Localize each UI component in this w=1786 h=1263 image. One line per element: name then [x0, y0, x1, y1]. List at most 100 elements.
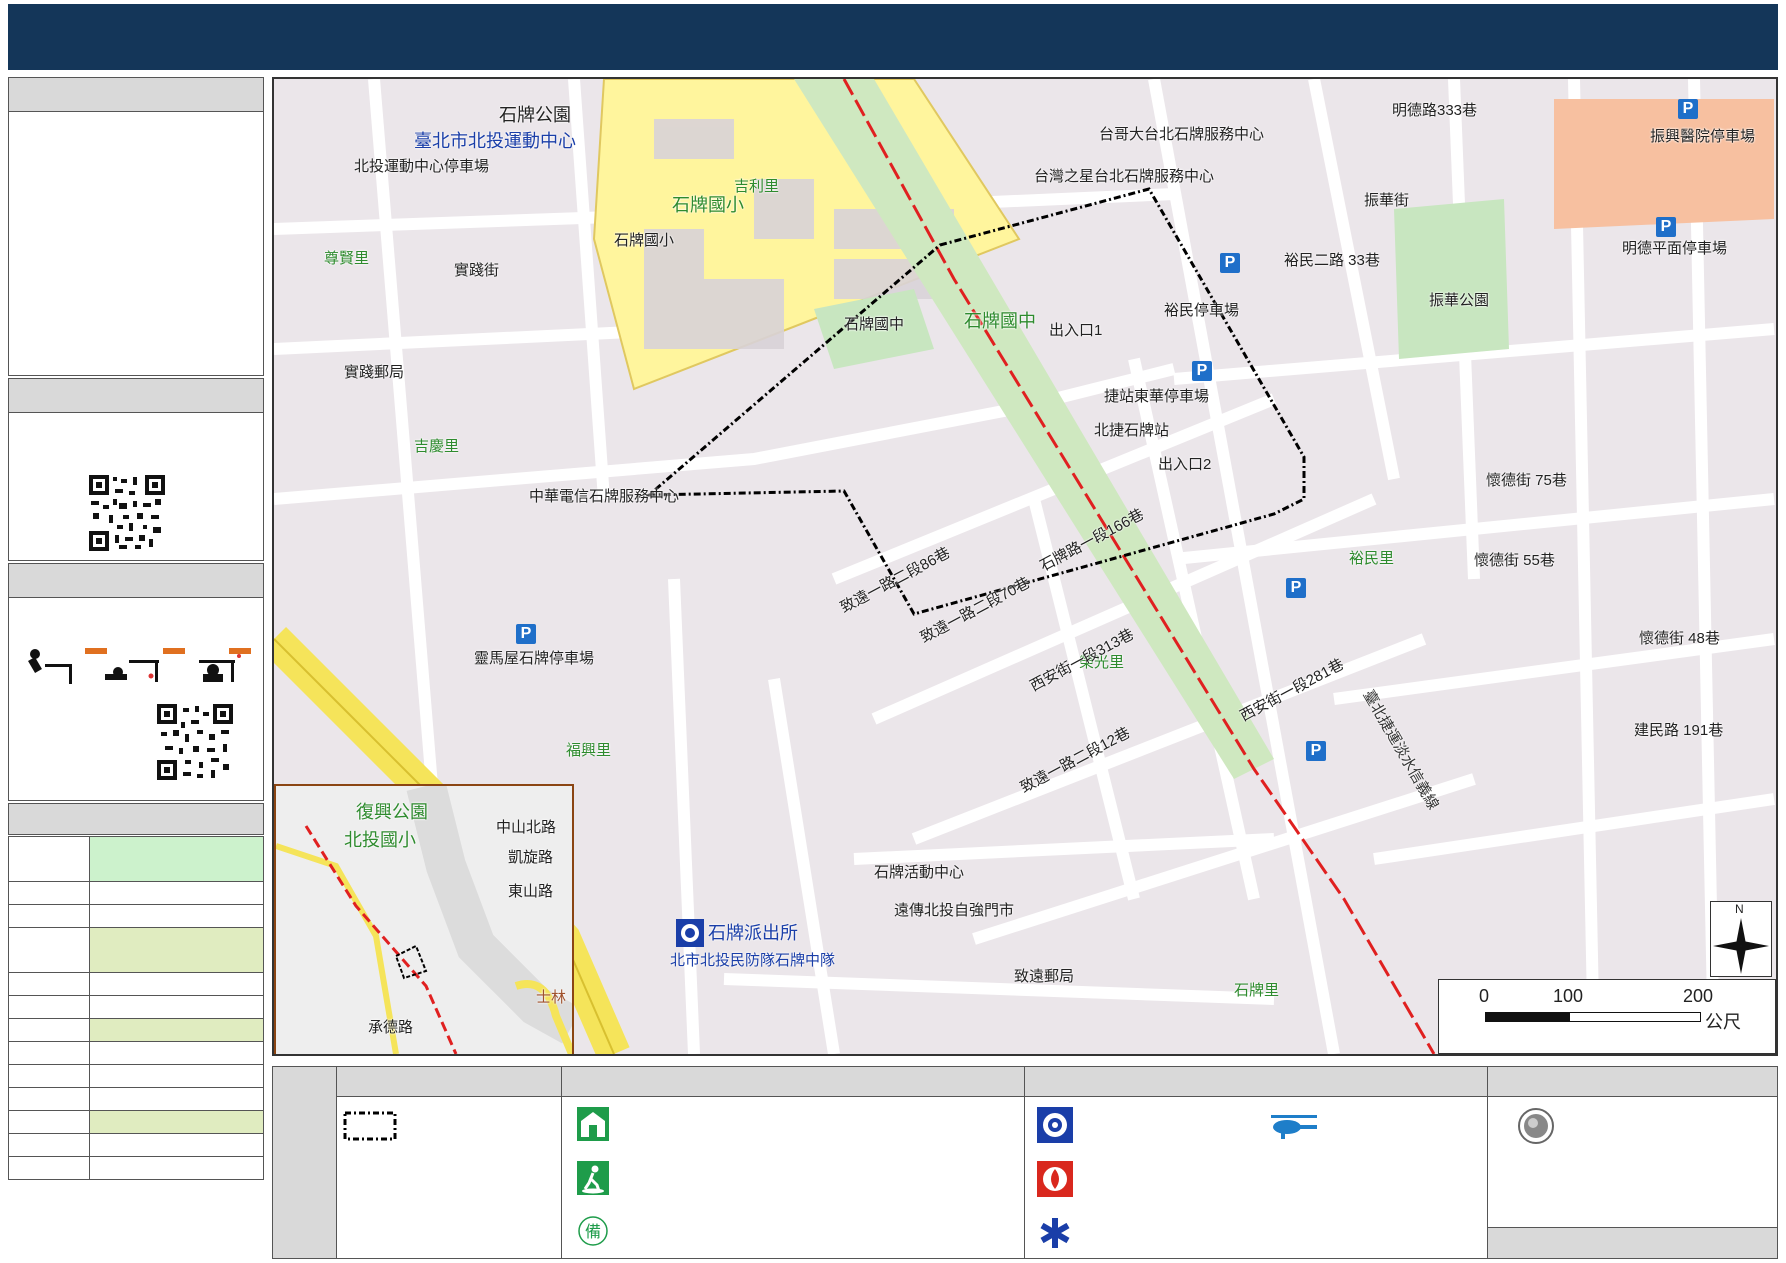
boundary-icon — [343, 1111, 397, 1141]
map-label: 靈馬屋石牌停車場 — [474, 650, 595, 667]
scale-bar-fill — [1485, 1012, 1569, 1022]
status-cell — [89, 836, 264, 882]
parking-icon: P — [1220, 253, 1240, 273]
shelter-icon — [577, 1107, 609, 1141]
inset-label: 北投國小 — [344, 830, 416, 850]
parking-icon: P — [1192, 361, 1212, 381]
map-label: 懷德街 75巷 — [1486, 472, 1567, 489]
map-label: 台哥大台北石牌服務中心 — [1099, 126, 1265, 143]
legend-col-shelter — [562, 1067, 1025, 1258]
qr-code-icon[interactable] — [89, 475, 165, 551]
map-label: 建民路 191巷 — [1634, 722, 1724, 739]
legend-head-other — [1488, 1067, 1777, 1097]
map-label: 捷站東華停車場 — [1104, 388, 1210, 405]
map-label: 懷德街 48巷 — [1639, 630, 1720, 647]
map-label: 石牌活動中心 — [874, 864, 965, 881]
status-cell — [89, 1110, 264, 1134]
map-label: 石牌公園 — [499, 105, 571, 125]
police-station-marker[interactable] — [676, 919, 704, 952]
earthquake-panel — [8, 563, 264, 801]
inset-label: 凱旋路 — [508, 849, 554, 866]
inset-label: 中山北路 — [496, 819, 557, 836]
scale-tick: 200 — [1683, 986, 1714, 1006]
map-label: 實踐郵局 — [344, 364, 405, 381]
evacuation-icon — [577, 1161, 609, 1195]
status-cell — [89, 1018, 264, 1042]
legend-col-agency — [1025, 1067, 1488, 1258]
police-icon — [676, 919, 704, 947]
compass-icon — [1713, 918, 1769, 974]
map-label: 石牌國中 — [844, 316, 905, 333]
map-label: 中華電信石牌服務中心 — [529, 488, 680, 505]
inset-label: 復興公園 — [356, 802, 428, 822]
map-label: 實踐街 — [454, 262, 500, 279]
qr-code-icon[interactable] — [157, 704, 233, 780]
svg-text:備: 備 — [585, 1222, 601, 1241]
info-panel-header — [9, 78, 263, 112]
status-cell — [89, 927, 264, 973]
qr-panel — [8, 378, 264, 561]
legend-col-title — [273, 1067, 337, 1258]
map-label: 北捷石牌站 — [1094, 422, 1170, 439]
map-label: 吉利里 — [734, 178, 780, 195]
map-label: 振華公園 — [1429, 292, 1490, 309]
inset-label: 士林 — [536, 989, 567, 1006]
inset-label: 東山路 — [508, 883, 554, 900]
medical-icon — [1040, 1218, 1070, 1248]
map-label: 裕民停車場 — [1164, 302, 1240, 319]
map-label: 明德路333巷 — [1392, 102, 1478, 119]
map-label: 北投運動中心停車場 — [354, 158, 490, 175]
map-label: 吉慶里 — [414, 438, 460, 455]
map-label: 北市北投民防隊石牌中隊 — [670, 952, 836, 969]
fire-icon — [1037, 1161, 1073, 1197]
earthquake-panel-header — [9, 564, 263, 598]
map-label: 尊賢里 — [324, 250, 370, 267]
map-label: 台灣之星台北石牌服務中心 — [1034, 168, 1215, 185]
status-panel — [8, 803, 264, 835]
scale-unit: 公尺 — [1705, 1012, 1741, 1032]
map-label: 振華街 — [1364, 192, 1410, 209]
scale-bar-empty — [1569, 1012, 1701, 1022]
legend: 備 — [272, 1066, 1778, 1259]
map-label: 振興醫院停車場 — [1650, 128, 1756, 145]
map-label: 石牌國中 — [964, 311, 1036, 331]
standby-icon: 備 — [578, 1216, 608, 1246]
info-panel — [8, 77, 264, 376]
legend-col-boundary — [337, 1067, 562, 1258]
map-label: 致遠郵局 — [1014, 968, 1075, 985]
header-bar — [8, 4, 1778, 70]
drop-cover-hold-icon — [28, 648, 251, 684]
parking-icon: P — [1678, 99, 1698, 119]
map-label: 石牌國小 — [614, 232, 675, 249]
status-table — [8, 836, 264, 1180]
map-label: 臺北市北投運動中心 — [414, 131, 576, 151]
landmark-icon — [1518, 1108, 1554, 1144]
helicopter-icon — [1271, 1115, 1317, 1139]
parking-icon: P — [516, 624, 536, 644]
map-label: 出入口1 — [1049, 322, 1103, 339]
status-panel-header — [9, 804, 263, 834]
map-label: 裕民二路 33巷 — [1284, 252, 1380, 269]
parking-icon: P — [1286, 578, 1306, 598]
inset-label: 承德路 — [368, 1019, 414, 1036]
scale-tick: 100 — [1553, 986, 1584, 1006]
legend-footer-other — [1488, 1227, 1777, 1258]
parking-icon: P — [1306, 741, 1326, 761]
map-label: 懷德街 55巷 — [1474, 552, 1555, 569]
scale-tick: 0 — [1479, 986, 1490, 1006]
map-label: 裕民里 — [1349, 550, 1395, 567]
scale-bar: 0 100 200 公尺 — [1438, 979, 1776, 1054]
map-label: 遠傳北投自強門市 — [894, 902, 1015, 919]
map-label: 石牌派出所 — [708, 923, 798, 943]
inset-map[interactable]: 復興公園 北投國小 中山北路 凱旋路 東山路 承德路 士林 — [274, 784, 574, 1054]
main-map[interactable]: 石牌公園 臺北市北投運動中心 北投運動中心停車場 石牌國小 石牌國小 吉利里 尊… — [272, 77, 1778, 1056]
qr-panel-header — [9, 379, 263, 413]
north-arrow: N — [1710, 901, 1772, 977]
map-label: 出入口2 — [1158, 456, 1212, 473]
north-label: N — [1735, 902, 1744, 916]
parking-icon: P — [1656, 217, 1676, 237]
map-label: 明德平面停車場 — [1622, 240, 1728, 257]
police-icon — [1037, 1107, 1073, 1143]
map-label: 福興里 — [566, 742, 612, 759]
map-label: 石牌里 — [1234, 982, 1280, 999]
